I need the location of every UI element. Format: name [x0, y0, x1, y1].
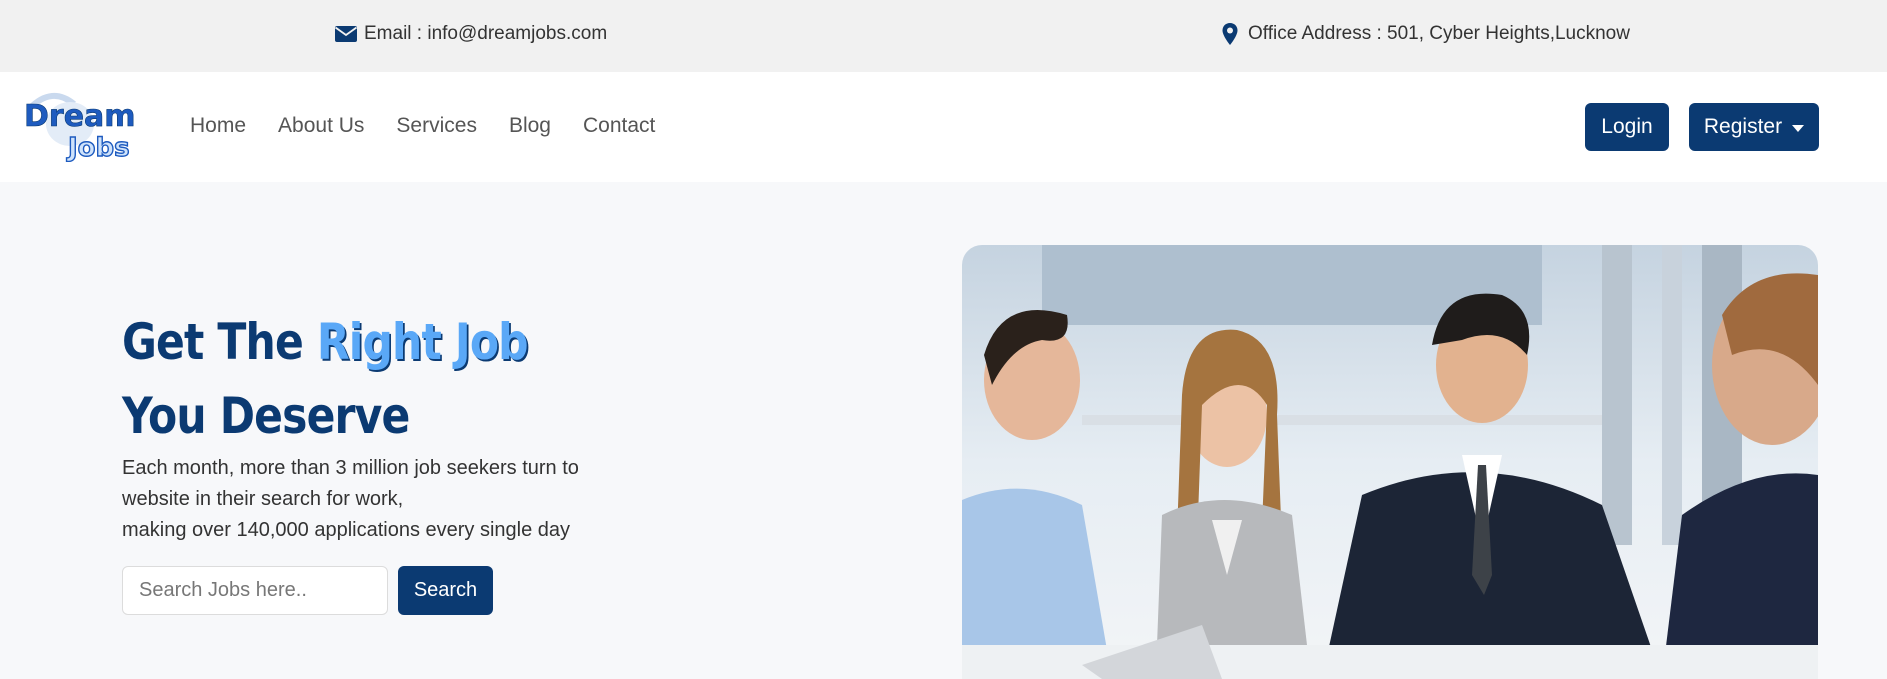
- register-dropdown-button[interactable]: Register: [1689, 103, 1819, 151]
- nav-blog[interactable]: Blog: [509, 114, 551, 138]
- nav-home[interactable]: Home: [190, 114, 246, 138]
- hero-title-part1: Get The: [122, 313, 317, 371]
- hero-title-line2: You Deserve: [122, 387, 410, 445]
- hero-description: Each month, more than 3 million job seek…: [122, 453, 642, 546]
- nav-about-us[interactable]: About Us: [278, 114, 364, 138]
- address-text: Office Address : 501, Cyber Heights,Luck…: [1248, 23, 1630, 44]
- hero-description-line3: making over 140,000 applications every s…: [122, 519, 571, 541]
- envelope-icon: [334, 22, 358, 46]
- hero-description-line1: Each month, more than 3 million job seek…: [122, 457, 579, 479]
- contact-email: Email : info@dreamjobs.com: [334, 22, 607, 46]
- hero-title: Get The Right Job You Deserve: [122, 305, 529, 453]
- login-label: Login: [1601, 115, 1653, 138]
- register-label: Register: [1703, 115, 1783, 138]
- hero-description-line2: website in their search for work,: [122, 488, 404, 510]
- hero-title-accent: Right Job: [316, 313, 529, 371]
- map-pin-icon: [1218, 22, 1242, 46]
- hero-image-business-meeting: [962, 245, 1818, 679]
- logo-jobs-text: Jobs: [66, 133, 130, 162]
- search-button[interactable]: Search: [398, 566, 493, 615]
- email-text: Email : info@dreamjobs.com: [364, 23, 608, 44]
- login-button[interactable]: Login: [1585, 103, 1669, 151]
- caret-down-icon: [1792, 124, 1805, 132]
- job-search-input[interactable]: [122, 566, 388, 615]
- search-button-label: Search: [413, 579, 478, 601]
- nav-contact[interactable]: Contact: [583, 114, 655, 138]
- dream-jobs-logo[interactable]: Dream Jobs: [22, 90, 142, 162]
- logo-dream-text: Dream: [24, 99, 136, 134]
- nav-links: Home About Us Services Blog Contact: [190, 114, 655, 138]
- office-address: Office Address : 501, Cyber Heights,Luck…: [1218, 22, 1630, 46]
- top-info-bar: Email : info@dreamjobs.com Office Addres…: [0, 0, 1887, 72]
- nav-services[interactable]: Services: [396, 114, 477, 138]
